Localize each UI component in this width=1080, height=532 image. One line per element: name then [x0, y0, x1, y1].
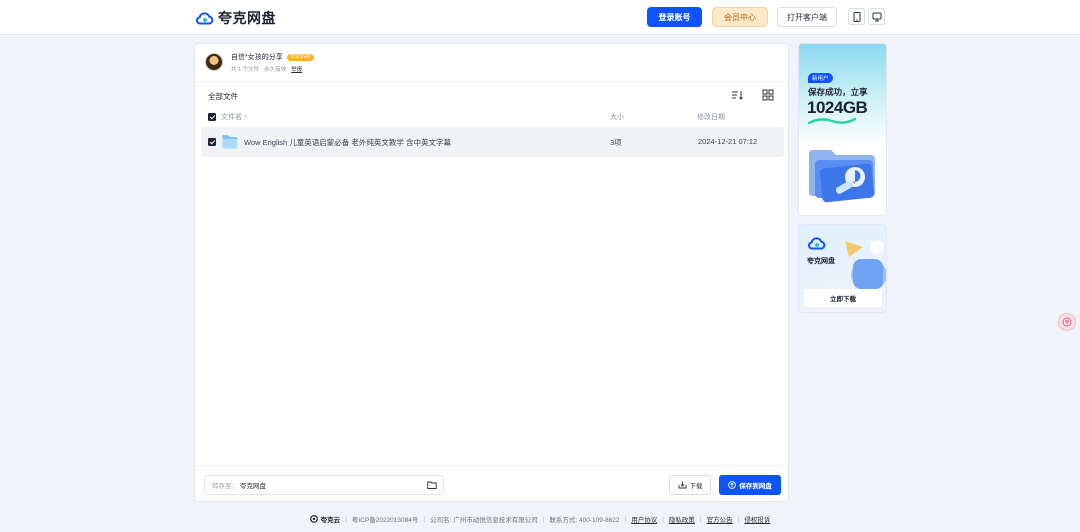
- download-label: 下载: [689, 483, 703, 490]
- tv-icon[interactable]: [868, 8, 885, 25]
- phone-icon[interactable]: [848, 8, 865, 25]
- col-date-header: 修改日期: [697, 114, 725, 121]
- validity: 永久有效: [264, 67, 287, 73]
- translate-float-icon[interactable]: [1058, 313, 1076, 331]
- member-center-button[interactable]: 会员中心: [712, 7, 768, 27]
- login-button[interactable]: 登录账号: [647, 7, 702, 27]
- share-meta: 共 1 个文件 永久有效 举报: [231, 65, 314, 73]
- row-checkbox[interactable]: [208, 138, 216, 146]
- file-name[interactable]: Wow English 儿童英语启蒙必备 老外纯英文教学 含中英文字幕: [244, 137, 451, 148]
- separator: |: [542, 515, 545, 523]
- section-title: 全部文件: [208, 92, 238, 101]
- folder-icon: [222, 135, 238, 149]
- avatar: [205, 53, 223, 71]
- separator: |: [423, 515, 426, 523]
- file-date: 2024-12-21 07:12: [698, 137, 758, 146]
- cloud-logo-icon: [808, 237, 826, 250]
- separator: |: [662, 515, 664, 523]
- save-label: 保存到网盘: [739, 483, 772, 490]
- sharer-name: 自信*女孩的分享: [231, 54, 283, 61]
- share-panel: 自信*女孩的分享 夸克SVIP 共 1 个文件 永久有效 举报 全部文件 文件名…: [194, 43, 789, 502]
- privacy-policy-link[interactable]: 隐私政策: [669, 514, 695, 524]
- download-now-button[interactable]: 立即下载: [804, 289, 882, 307]
- download-icon: [678, 481, 686, 489]
- promo-title: 保存成功，立享: [808, 87, 868, 97]
- separator: |: [345, 515, 347, 523]
- sharer-info: 自信*女孩的分享 夸克SVIP 共 1 个文件 永久有效 举报: [205, 52, 315, 73]
- app-name: 夸克网盘: [807, 258, 835, 265]
- translate-icon: [1062, 317, 1072, 327]
- top-header: 夸克网盘 登录账号 会员中心 打开客户端: [0, 0, 1080, 35]
- promo-card[interactable]: 新用户 保存成功，立享 1024GB: [798, 43, 887, 216]
- table-header: 文件名 ↑ 大小 修改日期: [208, 112, 782, 124]
- footer: 夸克云 | 粤ICP备2022013084号 | 公司名: 广州市动悦信息技术有…: [0, 512, 1080, 526]
- separator: |: [699, 515, 702, 523]
- footer-brand[interactable]: 夸克云: [309, 514, 341, 524]
- save-to-drive-button[interactable]: 保存到网盘: [719, 475, 781, 495]
- table-row[interactable]: Wow English 儿童英语启蒙必备 老外纯英文教学 含中英文字幕 3项 2…: [201, 127, 784, 157]
- cloud-logo-icon: [196, 12, 214, 25]
- vip-badge: 夸克SVIP: [286, 53, 315, 61]
- icp-text[interactable]: 粤ICP备2022013084号: [352, 514, 419, 524]
- infringement-report-link[interactable]: 侵权投诉: [744, 514, 770, 524]
- quark-logo-icon: [309, 515, 318, 523]
- report-link[interactable]: 举报: [291, 65, 302, 73]
- new-user-badge: 新用户: [808, 73, 833, 83]
- open-client-button[interactable]: 打开客户端: [777, 7, 837, 27]
- promo-capacity: 1024GB: [807, 98, 868, 117]
- folder-outline-icon[interactable]: [427, 480, 437, 490]
- save-to-label: 转存至：: [212, 483, 238, 490]
- save-to-selector[interactable]: 转存至： 夸克网盘: [204, 475, 444, 495]
- scribble-decoration: [808, 117, 856, 125]
- select-all-checkbox[interactable]: [208, 113, 216, 121]
- col-size-header: 大小: [610, 114, 624, 121]
- file-size: 3项: [610, 138, 622, 147]
- sort-icon[interactable]: [731, 89, 743, 101]
- contact-text: 联系方式: 400-109-8622: [549, 517, 620, 524]
- footer-brand-text: 夸克云: [320, 517, 341, 524]
- app-download-card: 夸克网盘 立即下载: [798, 224, 887, 313]
- file-count: 共 1 个文件: [231, 67, 260, 73]
- divider: [195, 465, 788, 466]
- col-name-header[interactable]: 文件名 ↑: [221, 112, 247, 122]
- app-illustration-icon: [845, 240, 886, 291]
- user-agreement-link[interactable]: 用户协议: [631, 514, 657, 524]
- company-text: 公司名: 广州市动悦信息技术有限公司: [430, 517, 538, 524]
- upload-circle-icon: [728, 481, 737, 489]
- divider: [195, 81, 788, 82]
- separator: |: [624, 515, 627, 523]
- logo[interactable]: 夸克网盘: [196, 8, 276, 28]
- grid-view-icon[interactable]: [762, 89, 774, 101]
- save-to-value: 夸克网盘: [240, 483, 266, 490]
- download-button[interactable]: 下载: [669, 475, 711, 495]
- separator: |: [737, 515, 740, 523]
- logo-text: 夸克网盘: [218, 10, 276, 26]
- official-notice-link[interactable]: 官方公告: [707, 514, 733, 524]
- folder-illustration-icon: [809, 150, 875, 203]
- sharer-name-row: 自信*女孩的分享 夸克SVIP: [231, 52, 315, 62]
